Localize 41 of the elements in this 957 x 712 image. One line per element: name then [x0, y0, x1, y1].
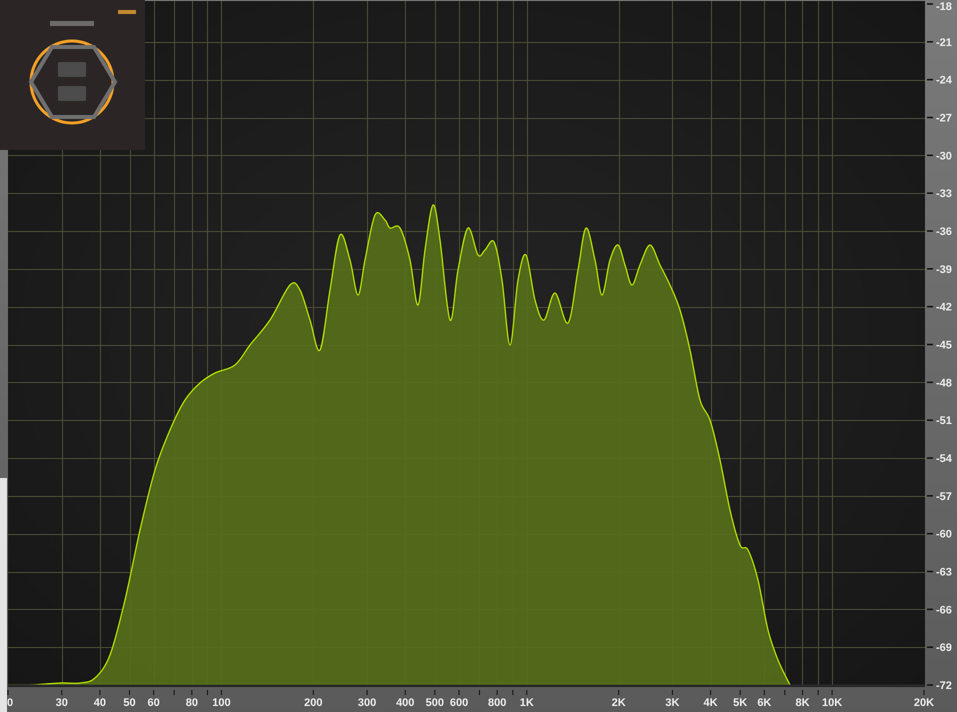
axis-label: 200	[304, 697, 323, 709]
axis-label: 8K	[795, 697, 810, 709]
axis-label: -63	[936, 566, 952, 578]
axis-label: 60	[148, 697, 160, 709]
axis-label: -42	[936, 302, 952, 314]
axis-label: -54	[936, 453, 952, 465]
axis-label: -72	[936, 680, 952, 692]
axis-label: -33	[936, 188, 952, 200]
axis-label: -30	[936, 150, 952, 162]
axis-label: -27	[936, 112, 952, 124]
axis-label: -36	[936, 226, 952, 238]
axis-label: -60	[936, 528, 952, 541]
axis-label: 80	[186, 697, 198, 709]
axis-label: -69	[936, 642, 952, 654]
axis-label: 10K	[822, 697, 842, 709]
axis-label: 0	[7, 697, 14, 709]
axis-label: 300	[358, 697, 376, 709]
axis-label: 100	[212, 697, 231, 709]
axis-label: 4K	[704, 697, 718, 709]
axis-label: -18	[936, 1, 952, 13]
axis-label: 1K	[520, 697, 534, 709]
axis-label: 30	[56, 697, 68, 709]
axis-label: -66	[936, 604, 952, 616]
axis-label: -24	[936, 74, 952, 87]
axis-label: -57	[936, 490, 952, 503]
axis-label: 50	[123, 697, 136, 709]
axis-label: 40	[94, 697, 106, 709]
axis-label: -51	[936, 415, 952, 428]
axis-label: 800	[488, 697, 506, 709]
axis-label: -45	[936, 340, 952, 352]
axis-label: -48	[936, 377, 952, 390]
axis-label: 6K	[757, 697, 772, 709]
axis-label: 400	[396, 697, 414, 709]
axis-label: -21	[936, 36, 952, 49]
axis-label: 5K	[733, 697, 748, 709]
axis-label: 500	[426, 697, 444, 709]
axis-label: 2K	[612, 697, 626, 709]
axis-label: -39	[936, 264, 952, 276]
axis-label: 600	[450, 697, 468, 709]
axis-label: 20K	[914, 697, 934, 709]
axis-label: 3K	[665, 697, 680, 709]
